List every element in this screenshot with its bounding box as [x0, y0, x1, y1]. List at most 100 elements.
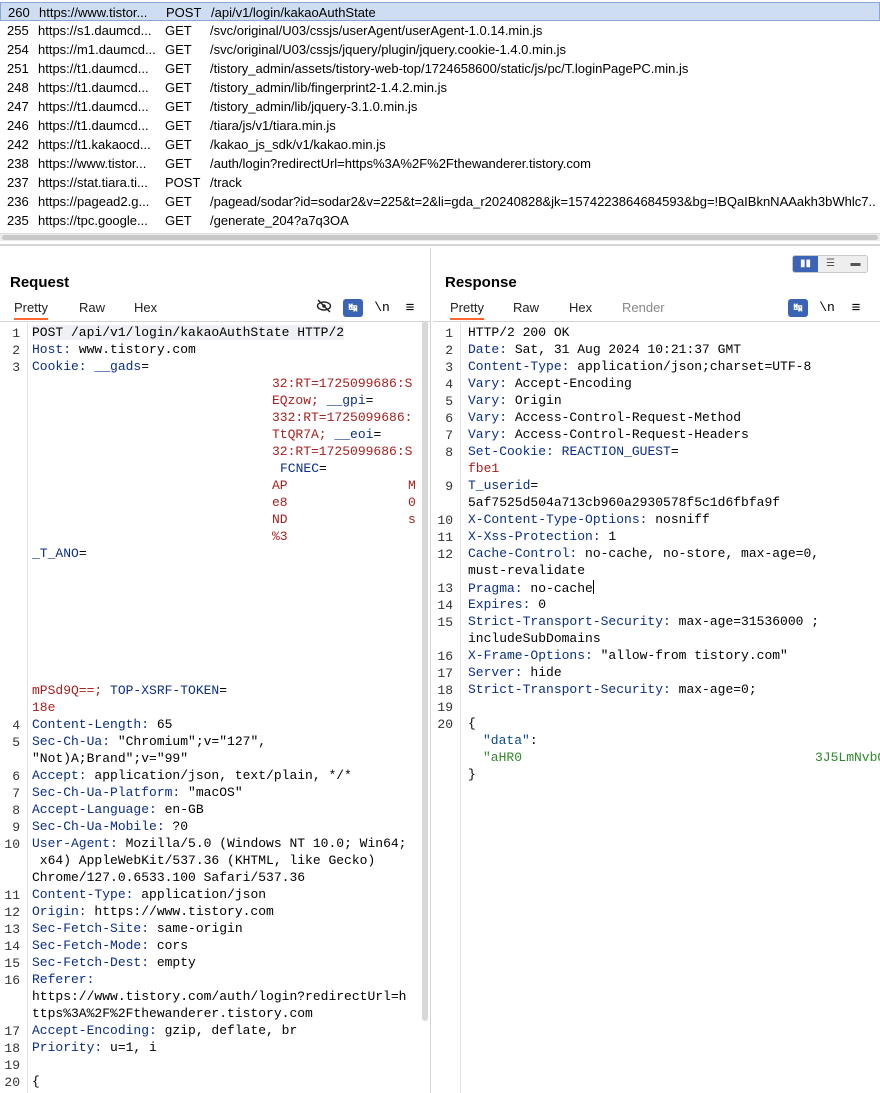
line-number: 5 [445, 394, 453, 409]
wrap-icon[interactable]: ↹ [788, 299, 808, 317]
code-token: T_userid [468, 478, 531, 493]
row-number: 247 [7, 99, 29, 114]
history-row[interactable]: 242 https://t1.kakaocd... GET/kakao_js_sdk… [0, 135, 880, 154]
code-line: Vary: Access-Control-Request-Headers [468, 427, 749, 442]
code-token: "aHR0 [483, 750, 523, 765]
menu-icon[interactable]: ≡ [846, 299, 866, 317]
history-row[interactable]: 247 https://t1.daumcd... GET/tistory_admin… [0, 97, 880, 116]
code-token: 3J5LmNvbQ" [815, 750, 880, 765]
row-host: https://pagead2.g... [38, 194, 150, 209]
code-line: includeSubDomains [468, 631, 601, 646]
history-row[interactable]: 236 https://pagead2.g... GET/pagead/sodar?… [0, 192, 880, 211]
line-number: 6 [445, 411, 453, 426]
code-token: max-age=0; [670, 682, 757, 697]
code-token: no-cache [522, 581, 593, 596]
code-line: Accept-Encoding: gzip, deflate, br [32, 1023, 297, 1038]
code-line: Referer: [32, 972, 94, 987]
collapse-view-icon[interactable]: ▬ [843, 256, 867, 272]
row-host: https://t1.kakaocd... [38, 137, 151, 152]
line-number: 13 [437, 581, 453, 596]
code-token: __gads [94, 359, 142, 374]
history-horizontal-scrollbar[interactable] [0, 233, 880, 241]
code-token: _T_ANO [32, 546, 79, 561]
code-token: hide [522, 665, 562, 680]
code-token: https://www.tistory.com [86, 904, 274, 919]
tab-hex[interactable]: Hex [569, 300, 592, 315]
newline-icon[interactable]: \n [817, 299, 837, 317]
eye-off-icon[interactable] [314, 299, 334, 317]
code-line: Sec-Ch-Ua: "Chromium";v="127", [32, 734, 266, 749]
code-token: Sec-Ch-Ua: [32, 734, 111, 749]
line-number: 10 [437, 513, 453, 528]
code-token: Priority: [32, 1040, 103, 1055]
newline-icon[interactable]: \n [372, 299, 392, 317]
row-host: https://t1.daumcd... [38, 118, 149, 133]
code-token: Vary: [468, 410, 508, 425]
line-number: 3 [445, 360, 453, 375]
row-number: 235 [7, 213, 29, 228]
code-token: User-Agent: [32, 836, 118, 851]
row-number: 254 [7, 42, 29, 57]
code-token: 65 [149, 717, 173, 732]
code-token: FCNEC [280, 461, 320, 476]
scrollbar-thumb[interactable] [2, 235, 878, 240]
code-token: application/json;charset=UTF-8 [569, 359, 812, 374]
request-editor[interactable]: 1 2 3 4 5 6 7 8 9 10 11 12 13 14 15 16 17 18 19 20 POST /ap… [0, 323, 430, 1093]
row-number: 246 [7, 118, 29, 133]
line-number: 20 [4, 1075, 20, 1090]
split-view-icon[interactable]: ▮▮ [793, 256, 818, 272]
response-editor[interactable]: 1 2 3 4 5 6 7 8 9 10 11 12 13 14 15 16 17 18 19 20 HTTP/2 2… [433, 323, 880, 1093]
code-line: Sec-Ch-Ua-Platform: "macOS" [32, 785, 243, 800]
request-pane: Request Pretty Raw Hex ↹ \n ≡ 1234567891… [0, 248, 431, 1093]
view-layout-buttons: ▮▮ ☰ ▬ [792, 255, 868, 273]
code-line: Strict-Transport-Security: max-age=0; [468, 682, 757, 697]
code-line: 3J5LmNvbQ" [815, 750, 880, 765]
code-line: 32:RT=1725099686:S [272, 444, 412, 459]
code-line: "aHR0 [483, 750, 522, 765]
history-row[interactable]: 255 https://s1.daumcd... GET/svc/original/… [0, 21, 880, 40]
pane-divider[interactable] [0, 244, 880, 246]
code-token: Referer: [32, 972, 95, 987]
code-token: fbe1 [468, 461, 500, 476]
history-row[interactable]: 254 https://m1.daumcd... GET/svc/original/… [0, 40, 880, 59]
tab-pretty[interactable]: Pretty [450, 300, 484, 320]
horizontal-view-icon[interactable]: ☰ [818, 256, 843, 272]
code-line: Origin: https://www.tistory.com [32, 904, 274, 919]
code-token: same-origin [149, 921, 243, 936]
code-token: "Chromium";v="127", [110, 734, 267, 749]
tab-raw[interactable]: Raw [513, 300, 539, 315]
row-method: POST [165, 175, 201, 190]
history-row[interactable]: 235 https://tpc.google... GET/generate_204… [0, 211, 880, 230]
history-row[interactable]: 248 https://t1.daumcd... GET/tistory_admin… [0, 78, 880, 97]
code-line: Content-Type: application/json;charset=U… [468, 359, 811, 374]
menu-icon[interactable]: ≡ [400, 299, 420, 317]
code-token: u=1, i [102, 1040, 157, 1055]
line-number: 1 [445, 326, 453, 341]
line-number: 14 [4, 939, 20, 954]
code-token: = [319, 461, 327, 476]
code-line: POST /api/v1/login/kakaoAuthState HTTP/2 [32, 325, 345, 340]
row-method: GET [165, 137, 192, 152]
code-line: mPSd9Q==; TOP-XSRF-TOKEN= [32, 683, 227, 698]
code-line: 0 [408, 495, 416, 510]
wrap-icon[interactable]: ↹ [343, 299, 363, 317]
tab-raw[interactable]: Raw [79, 300, 105, 315]
line-number: 18 [437, 683, 453, 698]
code-token: 5af7525d504a713cb960a2930578f5c1d6fbfa9f [468, 495, 781, 510]
history-row[interactable]: 246 https://t1.daumcd... GET/tiara/js/v1/t… [0, 116, 880, 135]
history-row[interactable]: 238 https://www.tistor... GET/auth/login?r… [0, 154, 880, 173]
request-vertical-scrollbar[interactable] [422, 321, 428, 1021]
history-row[interactable]: 237 https://stat.tiara.ti... POST/track [0, 173, 880, 192]
tab-hex[interactable]: Hex [134, 300, 157, 315]
code-token: EQzow; [272, 393, 327, 408]
code-token: M [408, 478, 416, 493]
history-row[interactable]: 260 https://www.tistor... POST/api/v1/logi… [0, 2, 880, 21]
code-token: = [670, 444, 679, 459]
tab-pretty[interactable]: Pretty [14, 300, 48, 320]
row-method: GET [165, 99, 192, 114]
code-token: TtQR7A; [272, 427, 335, 442]
history-row[interactable]: 251 https://t1.daumcd... GET/tistory_admin… [0, 59, 880, 78]
row-url: /svc/original/U03/cssjs/userAgent/userAg… [210, 23, 543, 38]
proxy-history-table[interactable]: 260 https://www.tistor... POST/api/v1/logi… [0, 0, 880, 232]
tab-render[interactable]: Render [622, 300, 665, 315]
